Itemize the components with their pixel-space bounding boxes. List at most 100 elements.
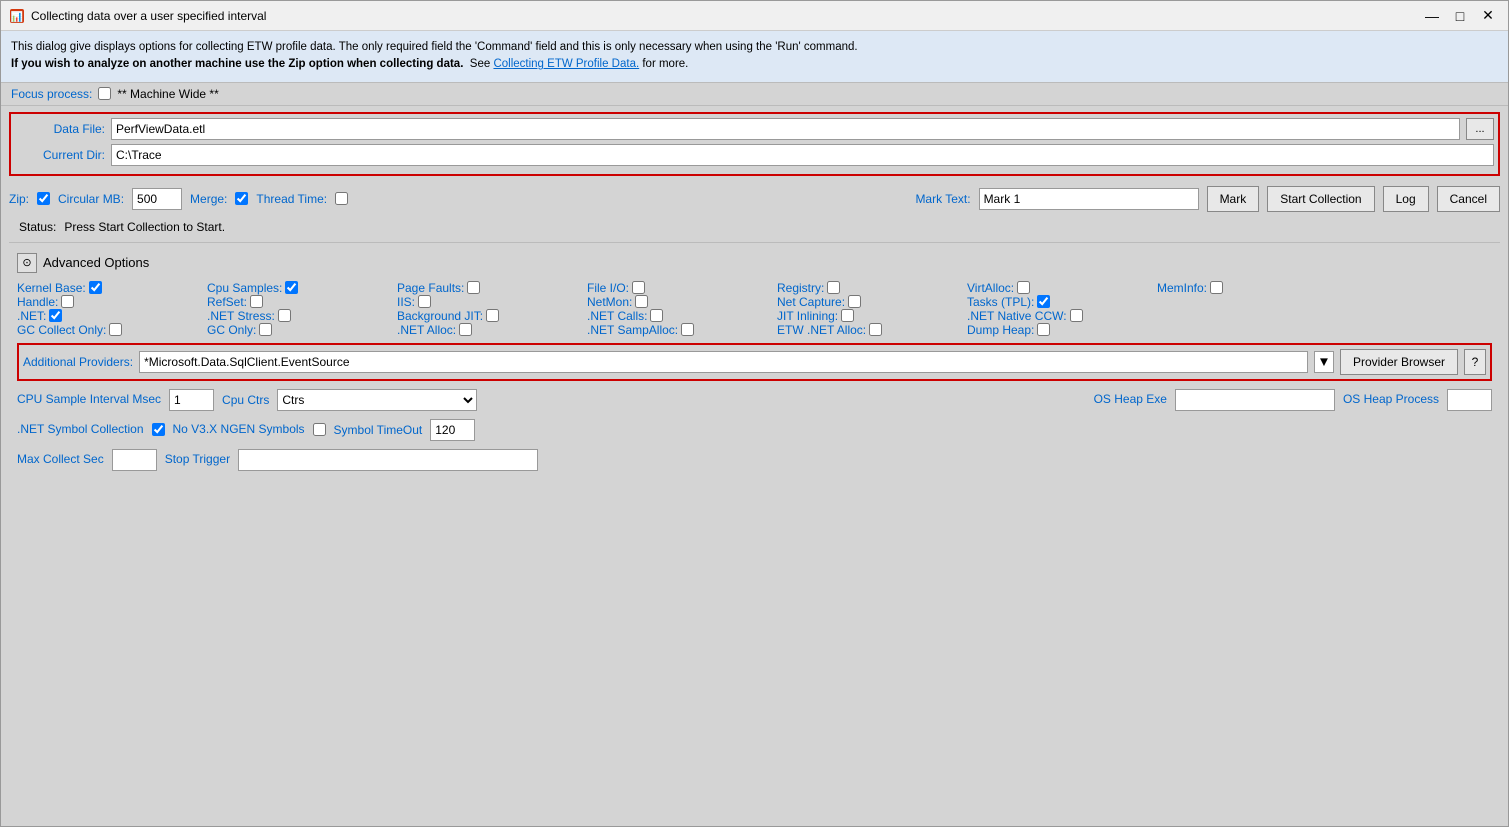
collapse-button[interactable]: ⊙ [17,253,37,273]
mem-info-checkbox[interactable] [1210,281,1223,294]
circular-mb-input[interactable] [132,188,182,210]
browse-button[interactable]: ... [1466,118,1494,140]
thread-time-label[interactable]: Thread Time: [256,192,327,206]
max-collect-input[interactable] [112,449,157,471]
opt-gc-only: GC Only: [207,323,397,337]
dotnet-samp-alloc-checkbox[interactable] [681,323,694,336]
current-dir-row: Current Dir: [15,144,1494,166]
mark-text-input[interactable] [979,188,1199,210]
mark-text-label[interactable]: Mark Text: [915,192,970,206]
opt-dump-heap: Dump Heap: [967,323,1157,337]
symbol-timeout-label[interactable]: Symbol TimeOut [334,423,423,437]
content-area: Data File: ... Current Dir: Zip: Circula… [1,106,1508,827]
kernel-base-checkbox[interactable] [89,281,102,294]
cpu-ctrs-label[interactable]: Cpu Ctrs [222,393,269,407]
etw-dotnet-alloc-checkbox[interactable] [869,323,882,336]
zip-checkbox[interactable] [37,192,50,205]
advanced-header: ⊙ Advanced Options [17,253,1492,273]
additional-providers-label[interactable]: Additional Providers: [23,355,133,369]
no-v3-label[interactable]: No V3.X NGEN Symbols [173,422,305,438]
tasks-tpl-checkbox[interactable] [1037,295,1050,308]
max-collect-row: Max Collect Sec Stop Trigger [17,449,1492,471]
net-capture-checkbox[interactable] [848,295,861,308]
background-jit-checkbox[interactable] [486,309,499,322]
focus-checkbox[interactable] [98,87,111,100]
iis-checkbox[interactable] [418,295,431,308]
close-button[interactable]: ✕ [1476,6,1500,26]
zip-label[interactable]: Zip: [9,192,29,206]
net-symbol-checkbox[interactable] [152,423,165,436]
handle-checkbox[interactable] [61,295,74,308]
log-button[interactable]: Log [1383,186,1429,212]
options-row-1: Kernel Base: Cpu Samples: Page Faults: F… [17,281,1492,295]
current-dir-input[interactable] [111,144,1494,166]
circular-mb-label[interactable]: Circular MB: [58,192,124,206]
dotnet-alloc-checkbox[interactable] [459,323,472,336]
net-symbol-label[interactable]: .NET Symbol Collection [17,422,144,438]
current-dir-label[interactable]: Current Dir: [15,148,105,162]
dotnet-stress-checkbox[interactable] [278,309,291,322]
cpu-samples-checkbox[interactable] [285,281,298,294]
cpu-ctrs-select[interactable]: Ctrs [277,389,477,411]
merge-checkbox[interactable] [235,192,248,205]
data-file-input[interactable] [111,118,1460,140]
provider-browser-button[interactable]: Provider Browser [1340,349,1458,375]
opt-dotnet-stress: .NET Stress: [207,309,397,323]
dotnet-checkbox[interactable] [49,309,62,322]
focus-row: Focus process: ** Machine Wide ** [1,83,1508,106]
stop-trigger-label[interactable]: Stop Trigger [165,452,230,468]
options-row-2: Handle: RefSet: IIS: NetMon: Net Capture… [17,295,1492,309]
dotnet-native-ccw-checkbox[interactable] [1070,309,1083,322]
no-v3-checkbox[interactable] [313,423,326,436]
gc-only-checkbox[interactable] [259,323,272,336]
advanced-section: ⊙ Advanced Options Kernel Base: Cpu Samp… [9,247,1500,477]
page-faults-checkbox[interactable] [467,281,480,294]
os-heap-exe-input[interactable] [1175,389,1335,411]
merge-label[interactable]: Merge: [190,192,227,206]
os-heap-exe-label[interactable]: OS Heap Exe [1094,392,1167,408]
svg-text:📊: 📊 [11,10,23,23]
opt-dotnet-calls: .NET Calls: [587,309,777,323]
cpu-sample-row: CPU Sample Interval Msec Cpu Ctrs Ctrs O… [17,389,1492,411]
opt-net-capture: Net Capture: [777,295,967,309]
virt-alloc-checkbox[interactable] [1017,281,1030,294]
separator1 [9,242,1500,243]
mark-button[interactable]: Mark [1207,186,1260,212]
maximize-button[interactable]: □ [1448,6,1472,26]
netmon-checkbox[interactable] [635,295,648,308]
providers-help-button[interactable]: ? [1464,349,1486,375]
opt-mem-info: MemInfo: [1157,281,1347,295]
additional-providers-input[interactable] [139,351,1308,373]
cpu-interval-label[interactable]: CPU Sample Interval Msec [17,392,161,408]
thread-time-checkbox[interactable] [335,192,348,205]
os-heap-process-input[interactable] [1447,389,1492,411]
cancel-button[interactable]: Cancel [1437,186,1500,212]
opt-refset: RefSet: [207,295,397,309]
focus-label[interactable]: Focus process: [11,87,92,101]
info-line1: This dialog give displays options for co… [11,39,1498,56]
providers-dropdown-button[interactable]: ▼ [1314,351,1334,373]
status-text: Press Start Collection to Start. [64,220,225,234]
symbol-timeout-input[interactable] [430,419,475,441]
dotnet-calls-checkbox[interactable] [650,309,663,322]
registry-checkbox[interactable] [827,281,840,294]
max-collect-label[interactable]: Max Collect Sec [17,452,104,468]
info-link[interactable]: Collecting ETW Profile Data. [493,58,639,70]
cpu-interval-input[interactable] [169,389,214,411]
refset-checkbox[interactable] [250,295,263,308]
dump-heap-checkbox[interactable] [1037,323,1050,336]
gc-collect-only-checkbox[interactable] [109,323,122,336]
opt-page-faults: Page Faults: [397,281,587,295]
stop-trigger-input[interactable] [238,449,538,471]
data-file-label[interactable]: Data File: [15,122,105,136]
opt-registry: Registry: [777,281,967,295]
toolbar-row: Zip: Circular MB: Merge: Thread Time: Ma… [9,182,1500,216]
jit-inlining-checkbox[interactable] [841,309,854,322]
opt-jit-inlining: JIT Inlining: [777,309,967,323]
opt-dotnet-alloc: .NET Alloc: [397,323,587,337]
minimize-button[interactable]: — [1420,6,1444,26]
start-collection-button[interactable]: Start Collection [1267,186,1374,212]
status-label: Status: [19,220,56,234]
file-io-checkbox[interactable] [632,281,645,294]
os-heap-process-label[interactable]: OS Heap Process [1343,392,1439,408]
